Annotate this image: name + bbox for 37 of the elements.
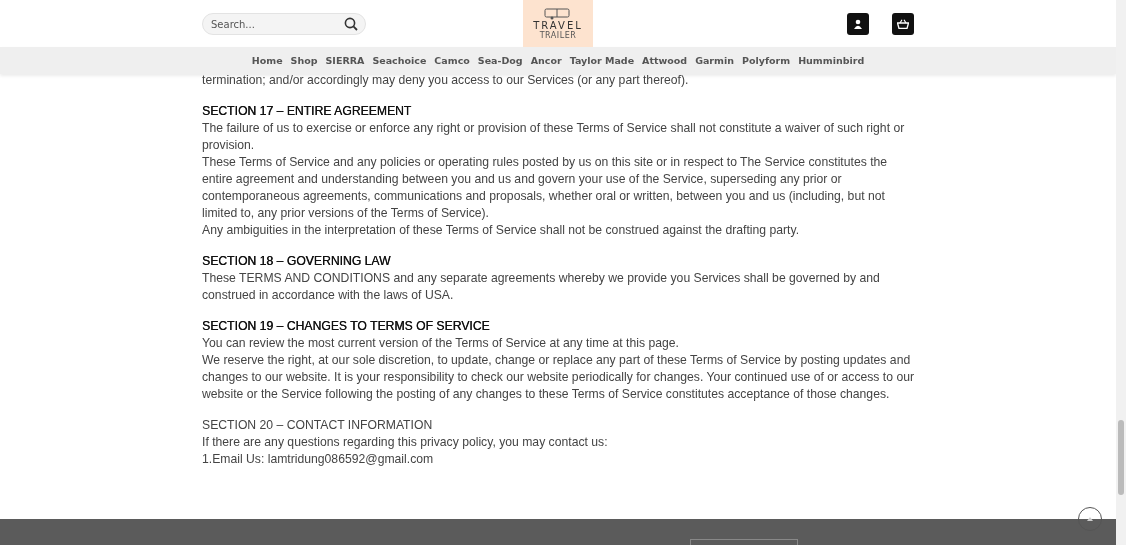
- search-icon: [344, 16, 358, 31]
- account-button[interactable]: [847, 12, 869, 35]
- nav-link[interactable]: Camco: [434, 55, 470, 66]
- nav-link[interactable]: Ancor: [530, 55, 562, 66]
- paragraph: These Terms of Service and any policies or operating rules posted by us on this site or in respect to The Service constitutes the entire agreement and understanding between you and us and govern your use of the Service, superseding any prior or contemporaneous agreements, communications and proposals, whether oral or written, between you and us (including, but not limited to, any prior versions of the Terms of Service).: [202, 154, 889, 222]
- trailer-icon: [543, 7, 573, 20]
- nav-link[interactable]: Shop: [290, 55, 318, 66]
- paragraph: We reserve the right, at our sole discretion, to update, change or replace any part of these Terms of Service by posting updates and changes to our website. It is your responsibility to check our website periodically for changes. Your continued use of or access to our website or the Service following the posting of any changes to these Terms of Service constitutes acceptance of those changes.: [202, 352, 915, 403]
- paragraph: These TERMS AND CONDITIONS and any separate agreements whereby we provide you Services shall be governed by and construed in accordance with the laws of USA.: [202, 270, 881, 304]
- nav-link[interactable]: Humminbird: [798, 55, 865, 66]
- paragraph: termination; and/or accordingly may deny you access to our Services (or any part thereof).: [202, 72, 690, 89]
- section-heading: SECTION 17 – ENTIRE AGREEMENT: [202, 103, 413, 120]
- section-heading: SECTION 20 – CONTACT INFORMATION: [202, 417, 434, 434]
- nav-link[interactable]: Attwood: [642, 55, 688, 66]
- nav-link[interactable]: Sea-Dog: [477, 55, 523, 66]
- section-heading: SECTION 19 – CHANGES TO TERMS OF SERVICE: [202, 318, 491, 335]
- caret-up-icon: [1087, 517, 1093, 521]
- nav-link[interactable]: SIERRA: [325, 55, 365, 66]
- search-field[interactable]: Search...: [202, 13, 366, 35]
- nav-link[interactable]: Taylor Made: [569, 55, 635, 66]
- paragraph: The failure of us to exercise or enforce any right or provision of these Terms of Service shall not constitute a waiver of such right or provision.: [202, 120, 906, 154]
- section-heading: SECTION 18 – GOVERNING LAW: [202, 253, 392, 270]
- paragraph: You can review the most current version of the Terms of Service at any time at this page.: [202, 335, 680, 352]
- cart-button[interactable]: [892, 12, 914, 35]
- logo-title: TRAVEL: [533, 19, 583, 31]
- nav-link[interactable]: Home: [251, 55, 283, 66]
- nav-link[interactable]: Garmin: [695, 55, 734, 66]
- paragraph: If there are any questions regarding this privacy policy, you may contact us:: [202, 434, 609, 451]
- user-icon: [853, 18, 863, 29]
- basket-icon: [897, 18, 909, 29]
- logo[interactable]: TRAVEL TRAILER: [523, 0, 593, 47]
- nav-link[interactable]: Seachoice: [372, 55, 427, 66]
- scrollbar-thumb[interactable]: [1118, 420, 1124, 495]
- paragraph: Any ambiguities in the interpretation of these Terms of Service shall not be construed against the drafting party.: [202, 222, 801, 239]
- paragraph: 1.Email Us: lamtridung086592@gmail.com: [202, 451, 435, 468]
- logo-subtitle: TRAILER: [539, 30, 577, 40]
- nav-link[interactable]: Polyform: [741, 55, 791, 66]
